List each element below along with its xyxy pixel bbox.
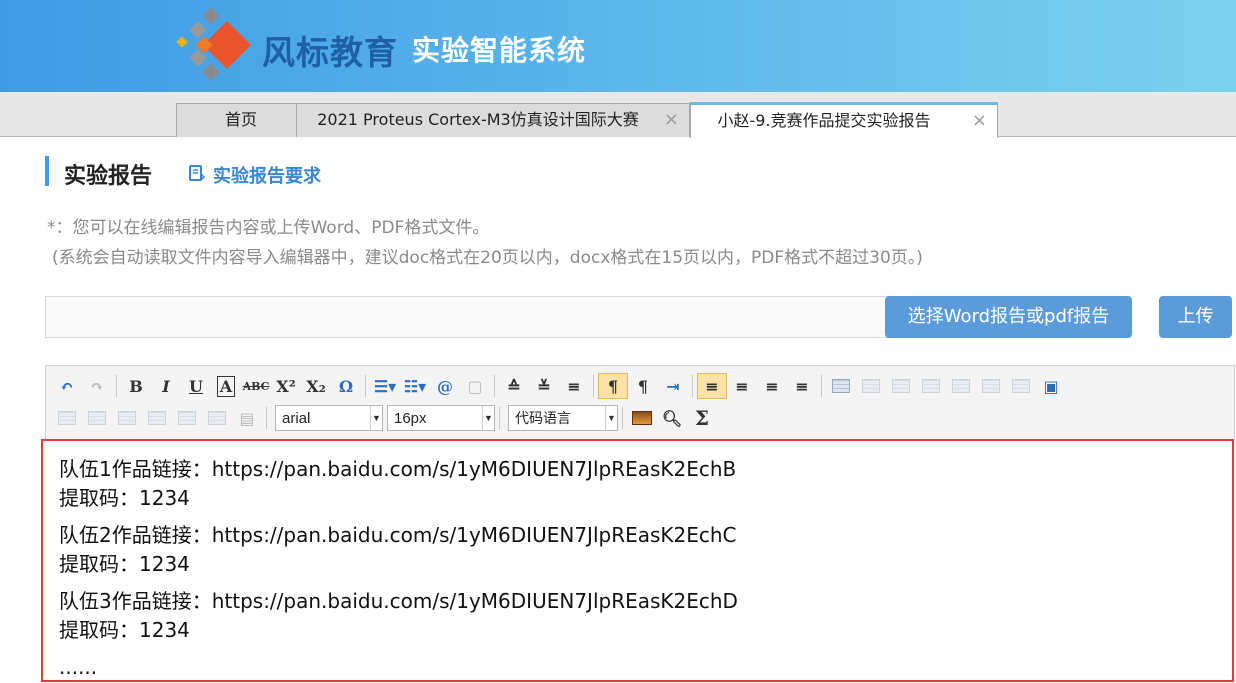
document-icon [189,165,206,181]
chevron-down-icon: ▼ [605,406,617,430]
insert-col-icon[interactable] [976,373,1006,399]
superscript-icon[interactable]: X² [271,373,301,399]
italic-icon[interactable]: I [151,373,181,399]
brand-name: 风标教育 [262,33,398,72]
unordered-list-icon[interactable]: ☷▾ [400,373,430,399]
toolbar-divider [821,375,822,397]
rtl-direction-icon[interactable]: ¶ [628,373,658,399]
toolbar-divider [692,375,693,397]
app-header: 风标教育 实验智能系统 [0,0,1236,92]
anchor-icon[interactable]: @ [430,373,460,399]
subscript-icon[interactable]: X₂ [301,373,331,399]
fengbiao-logo-icon [176,8,252,81]
tab-home[interactable]: 首页 [176,103,306,137]
toolbar-divider [499,407,500,429]
tab-contest[interactable]: 2021 Proteus Cortex-M3仿真设计国际大赛 × [296,103,690,137]
indent-icon[interactable]: ⇥ [658,373,688,399]
toolbar-divider [116,375,117,397]
font-size-select[interactable]: 16px ▼ [387,405,495,431]
code-language-value: 代码语言 [515,410,571,426]
entry-code: 提取码：1234 [59,618,190,642]
upload-button[interactable]: 上传 [1159,296,1232,338]
toolbar-divider [266,407,267,429]
align-justify-icon[interactable]: ≡ [787,373,817,399]
entry-code: 提取码：1234 [59,486,190,510]
select-file-button[interactable]: 选择Word报告或pdf报告 [885,296,1132,338]
font-size-value: 16px [394,409,427,427]
entry-link: 队伍2作品链接：https://pan.baidu.com/s/1yM6DIUE… [59,523,737,547]
tab-label: 首页 [224,110,257,129]
entry-link: 队伍1作品链接：https://pan.baidu.com/s/1yM6DIUE… [59,457,737,481]
merge-cells-icon[interactable] [52,405,82,431]
merge-right-icon[interactable] [82,405,112,431]
line-height-icon[interactable]: ≡ [559,373,589,399]
entry-link: 队伍3作品链接：https://pan.baidu.com/s/1yM6DIUE… [59,589,738,613]
search-replace-icon[interactable]: 🔍︎ [657,405,687,431]
file-path-input[interactable] [45,296,895,338]
toolbar-divider [593,375,594,397]
tab-bar: 首页 2021 Proteus Cortex-M3仿真设计国际大赛 × 小赵-9… [0,92,1236,138]
tab-label: 小赵-9.竞赛作品提交实验报告 [717,111,931,130]
ellipsis-text: ...... [59,655,98,679]
formula-icon[interactable]: Σ [687,405,717,431]
ltr-direction-icon[interactable]: ¶ [598,373,628,399]
upload-note-detail: (系统会自动读取文件内容导入编辑器中，建议doc格式在20页以内，docx格式在… [52,248,923,268]
entry-code: 提取码：1234 [59,552,190,576]
split-rows-icon[interactable] [172,405,202,431]
report-requirements-link[interactable]: 实验报告要求 [213,162,321,188]
insert-table-icon[interactable] [826,373,856,399]
font-family-value: arial [282,409,311,427]
row-spacing-top-icon[interactable]: ≙ [499,373,529,399]
entry-team-1: 队伍1作品链接：https://pan.baidu.com/s/1yM6DIUE… [59,455,1232,513]
split-cols-icon[interactable] [202,405,232,431]
page-icon[interactable]: ▢ [460,373,490,399]
code-language-select[interactable]: 代码语言 ▼ [508,405,618,431]
font-border-icon[interactable]: A [211,373,241,399]
insert-paragraph-before-table-icon[interactable] [886,373,916,399]
tab-label: 2021 Proteus Cortex-M3仿真设计国际大赛 [317,110,639,129]
redo-icon[interactable]: ↷ [82,373,112,399]
close-icon[interactable]: × [972,105,987,137]
close-icon[interactable]: × [664,104,679,136]
delete-row-icon[interactable] [946,373,976,399]
chevron-down-icon: ▼ [370,406,382,430]
system-name: 实验智能系统 [412,34,587,67]
bold-icon[interactable]: B [121,373,151,399]
align-left-icon[interactable]: ≡ [697,373,727,399]
align-right-icon[interactable]: ≡ [757,373,787,399]
editor-toolbar: ↶ ↷ B I U A ABC X² X₂ Ω ☰▾ ☷▾ @ ▢ ≙ ≚ ≡ … [45,365,1235,439]
tab-report-submit[interactable]: 小赵-9.竞赛作品提交实验报告 × [690,102,998,138]
entry-team-2: 队伍2作品链接：https://pan.baidu.com/s/1yM6DIUE… [59,521,1232,579]
align-center-icon[interactable]: ≡ [727,373,757,399]
toolbar-divider [365,375,366,397]
undo-icon[interactable]: ↶ [52,373,82,399]
underline-icon[interactable]: U [181,373,211,399]
insert-row-icon[interactable] [916,373,946,399]
special-chars-icon[interactable]: Ω [331,373,361,399]
image-icon[interactable] [627,405,657,431]
toolbar-divider [622,407,623,429]
strikethrough-icon[interactable]: ABC [241,373,271,399]
entry-team-3: 队伍3作品链接：https://pan.baidu.com/s/1yM6DIUE… [59,587,1232,645]
row-spacing-bottom-icon[interactable]: ≚ [529,373,559,399]
delete-col-icon[interactable] [1006,373,1036,399]
chevron-down-icon: ▼ [482,406,494,430]
preview-icon[interactable]: ▣ [1036,373,1066,399]
delete-table-icon[interactable] [856,373,886,399]
ordered-list-icon[interactable]: ☰▾ [370,373,400,399]
paste-icon[interactable]: ▤ [232,405,262,431]
toolbar-divider [494,375,495,397]
title-accent-bar [45,156,49,186]
merge-down-icon[interactable] [112,405,142,431]
font-family-select[interactable]: arial ▼ [275,405,383,431]
upload-note: *：您可以在线编辑报告内容或上传Word、PDF格式文件。 [47,218,490,238]
report-editor[interactable]: 队伍1作品链接：https://pan.baidu.com/s/1yM6DIUE… [41,439,1234,682]
split-cells-icon[interactable] [142,405,172,431]
page-title: 实验报告 [64,164,153,189]
